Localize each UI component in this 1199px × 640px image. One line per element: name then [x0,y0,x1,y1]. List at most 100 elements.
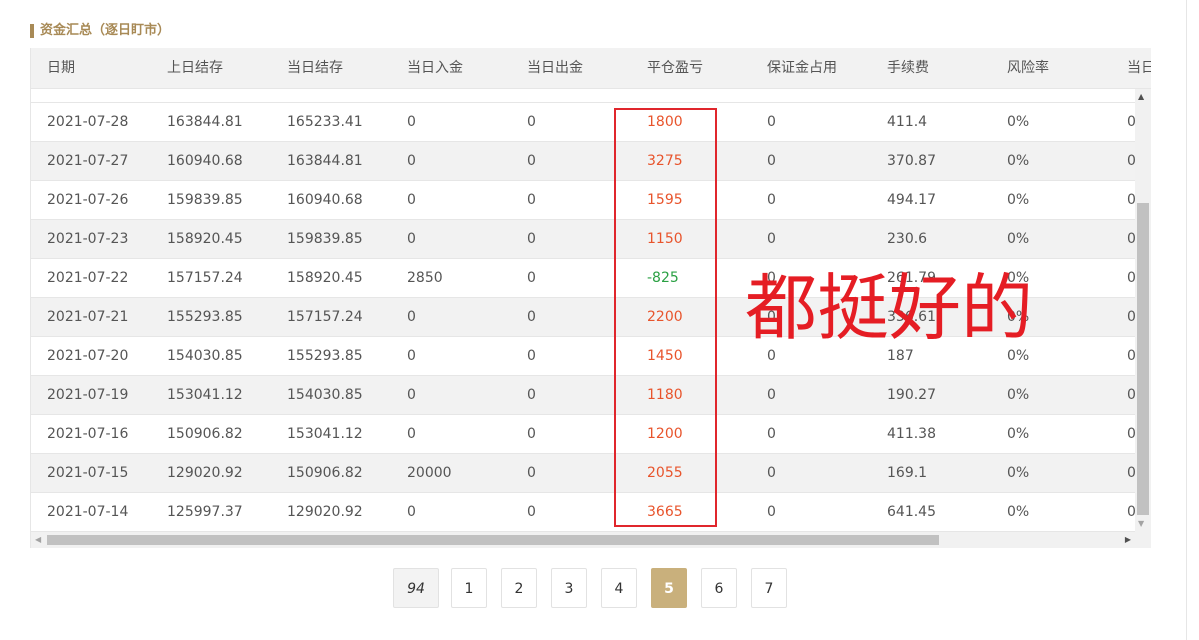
cell-curr-balance: 129020.92 [287,504,363,520]
cell-fee: 230.6 [887,231,928,247]
table-row: 2021-07-26 159839.85 160940.68 0 0 1595 0 494.1… [31,181,1136,220]
cell-prev-balance: 153041.12 [167,387,243,403]
page-button-1[interactable]: 1 [451,568,487,608]
page-button-7[interactable]: 7 [751,568,787,608]
header-col-date: 日期 [47,60,75,76]
horizontal-scrollbar[interactable]: ◀ ▶ [31,532,1151,548]
cell-withdrawal: 0 [527,387,536,403]
pnl-highlight-box [614,108,717,527]
cell-margin: 0 [767,114,776,130]
header-col-deposit: 当日入金 [407,60,463,76]
table-row: 2021-07-23 158920.45 159839.85 0 0 1150 0 230.6… [31,220,1136,259]
cell-deposit: 2850 [407,270,443,286]
cell-withdrawal: 0 [527,465,536,481]
cell-date: 2021-07-22 [47,270,129,286]
cell-deposit: 0 [407,309,416,325]
header-col-margin: 保证金占用 [767,60,837,76]
cell-date: 2021-07-14 [47,504,129,520]
cell-withdrawal: 0 [527,114,536,130]
cell-withdrawal: 0 [527,192,536,208]
cell-prev-balance: 154030.85 [167,348,243,364]
cell-curr-balance: 160940.68 [287,192,363,208]
cell-prev-balance: 158920.45 [167,231,243,247]
cell-fee: 494.17 [887,192,936,208]
header-col-fee: 手续费 [887,60,929,76]
header-col-curr-balance: 当日结存 [287,60,343,76]
pagination: 94 1234567 [0,568,1199,610]
cell-date: 2021-07-16 [47,426,129,442]
scroll-left-icon[interactable]: ◀ [35,535,41,545]
page-button-3[interactable]: 3 [551,568,587,608]
section-title: 资金汇总（逐日盯市） [30,22,170,40]
cell-deposit: 0 [407,387,416,403]
scroll-right-icon[interactable]: ▶ [1125,535,1131,545]
cell-risk-rate: 0% [1007,387,1030,403]
cell-withdrawal: 0 [527,426,536,442]
cell-prev-balance: 159839.85 [167,192,243,208]
cell-curr-balance: 165233.41 [287,114,363,130]
cell-date: 2021-07-28 [47,114,129,130]
cell-prev-balance: 160940.68 [167,153,243,169]
cell-deposit: 0 [407,504,416,520]
cell-margin: 0 [767,153,776,169]
cell-margin: 0 [767,231,776,247]
cell-withdrawal: 0 [527,270,536,286]
header-col-close-pnl: 平仓盈亏 [647,60,703,76]
cell-margin: 0 [767,426,776,442]
cell-date: 2021-07-20 [47,348,129,364]
cell-curr-balance: 154030.85 [287,387,363,403]
handwritten-annotation: 都挺好的 [745,266,1034,350]
cell-risk-rate: 0% [1007,114,1030,130]
table-header: 日期 上日结存 当日结存 当日入金 当日出金 平仓盈亏 保证金占用 手续费 风险率 当日 [31,48,1151,89]
page-button-6[interactable]: 6 [701,568,737,608]
cell-curr-balance: 163844.81 [287,153,363,169]
cell-curr-balance: 155293.85 [287,348,363,364]
cell-date: 2021-07-21 [47,309,129,325]
vertical-scrollbar[interactable]: ▲ ▼ [1135,89,1151,532]
cell-withdrawal: 0 [527,153,536,169]
table-spacer-row [31,89,1135,103]
page-button-2[interactable]: 2 [501,568,537,608]
cell-margin: 0 [767,192,776,208]
cell-deposit: 0 [407,348,416,364]
cell-curr-balance: 159839.85 [287,231,363,247]
cell-withdrawal: 0 [527,309,536,325]
cell-fee: 411.38 [887,426,936,442]
cell-curr-balance: 153041.12 [287,426,363,442]
cell-date: 2021-07-19 [47,387,129,403]
page-total: 94 [393,568,439,608]
cell-prev-balance: 125997.37 [167,504,243,520]
table-row: 2021-07-28 163844.81 165233.41 0 0 1800 0 411.4… [31,103,1136,142]
cell-deposit: 0 [407,192,416,208]
header-col-risk-rate: 风险率 [1007,60,1049,76]
vertical-scroll-thumb[interactable] [1137,203,1149,515]
cell-withdrawal: 0 [527,504,536,520]
cell-margin: 0 [767,504,776,520]
cell-risk-rate: 0% [1007,231,1030,247]
cell-risk-rate: 0% [1007,153,1030,169]
cell-deposit: 0 [407,114,416,130]
cell-date: 2021-07-26 [47,192,129,208]
cell-fee: 370.87 [887,153,936,169]
header-col-today-extra: 当日 [1127,60,1151,76]
cell-margin: 0 [767,465,776,481]
cell-date: 2021-07-15 [47,465,129,481]
page-button-4[interactable]: 4 [601,568,637,608]
cell-fee: 190.27 [887,387,936,403]
horizontal-scroll-thumb[interactable] [47,535,939,545]
cell-deposit: 0 [407,426,416,442]
scroll-up-icon[interactable]: ▲ [1138,93,1144,101]
header-col-withdrawal: 当日出金 [527,60,583,76]
page-button-5[interactable]: 5 [651,568,687,608]
header-col-prev-balance: 上日结存 [167,60,223,76]
cell-curr-balance: 158920.45 [287,270,363,286]
scroll-down-icon[interactable]: ▼ [1138,520,1144,528]
cell-prev-balance: 155293.85 [167,309,243,325]
cell-fee: 641.45 [887,504,936,520]
cell-risk-rate: 0% [1007,192,1030,208]
cell-curr-balance: 157157.24 [287,309,363,325]
table-row: 2021-07-16 150906.82 153041.12 0 0 1200 0 411.3… [31,415,1136,454]
cell-risk-rate: 0% [1007,426,1030,442]
table-row: 2021-07-15 129020.92 150906.82 20000 0 2055 0 1… [31,454,1136,493]
table-row: 2021-07-14 125997.37 129020.92 0 0 3665 0 641.4… [31,493,1136,532]
